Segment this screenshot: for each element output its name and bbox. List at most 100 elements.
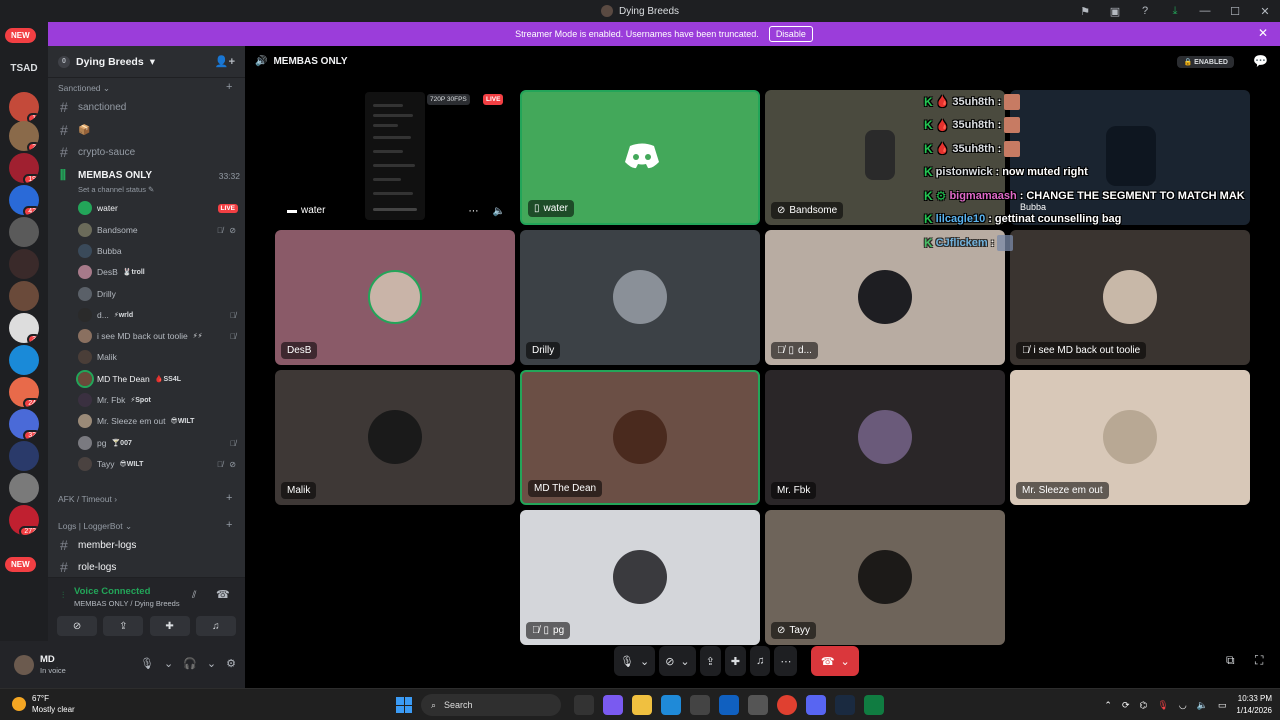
- mic-toggle[interactable]: 🎙 ⌄: [614, 646, 656, 676]
- disconnect-icon[interactable]: ☎: [216, 588, 230, 601]
- battery-icon[interactable]: ▭: [1218, 700, 1227, 711]
- noise-suppression-icon[interactable]: ⫽: [192, 590, 196, 601]
- volume-icon[interactable]: 🔈: [1197, 700, 1208, 711]
- chevron-down-icon[interactable]: ⌄: [164, 657, 173, 670]
- participant-tile-pg[interactable]: 🎙̸ ▯ pg: [520, 510, 760, 645]
- voice-member[interactable]: pg 🍸007 🎙̸: [78, 435, 238, 451]
- more-button[interactable]: ⋯: [774, 646, 798, 676]
- screen-share-button[interactable]: ⇪: [699, 646, 721, 676]
- sync-icon[interactable]: ⟳: [1122, 700, 1130, 711]
- server-icon[interactable]: 272: [9, 505, 39, 535]
- server-icon[interactable]: [9, 217, 39, 247]
- edge-icon[interactable]: [661, 695, 681, 715]
- voice-member[interactable]: DesB 🐰troll: [78, 264, 238, 280]
- participant-tile-mrfbk[interactable]: Mr. Fbk: [765, 370, 1005, 505]
- user-name[interactable]: MD: [40, 654, 55, 665]
- voice-member[interactable]: i see MD back out toolie ⚡⚡ 🎙̸: [78, 328, 238, 344]
- soundboard-button[interactable]: ♫: [750, 646, 771, 676]
- camera-icon[interactable]: ⊘: [57, 616, 98, 636]
- invite-icon[interactable]: 👤+: [215, 55, 235, 68]
- microphone-icon[interactable]: 🎙: [140, 657, 154, 670]
- maximize-button[interactable]: ☐: [1220, 5, 1250, 18]
- server-header[interactable]: 0 Dying Breeds ▾ 👤+: [48, 46, 245, 78]
- server-icon[interactable]: 19: [9, 153, 39, 183]
- close-button[interactable]: ✕: [1250, 5, 1280, 18]
- weather-widget[interactable]: 67°F Mostly clear: [12, 693, 75, 715]
- add-channel-icon[interactable]: +: [226, 492, 232, 504]
- file-explorer-icon[interactable]: [632, 695, 652, 715]
- mail-icon[interactable]: [719, 695, 739, 715]
- clock[interactable]: 10:33 PM 1/14/2026: [1236, 693, 1272, 717]
- help-icon[interactable]: ?: [1130, 5, 1160, 17]
- new-badge[interactable]: NEW: [5, 28, 36, 43]
- server-icon[interactable]: 24: [9, 377, 39, 407]
- avatar[interactable]: [14, 655, 34, 675]
- popout-icon[interactable]: ⧉: [1226, 653, 1235, 668]
- new-badge[interactable]: NEW: [5, 557, 36, 572]
- channel-crypto-sauce[interactable]: # crypto-sauce: [60, 144, 240, 160]
- copilot-icon[interactable]: [603, 695, 623, 715]
- chrome-icon[interactable]: [777, 695, 797, 715]
- participant-tile-mdthedean[interactable]: MD The Dean: [520, 370, 760, 505]
- channel-sanctioned[interactable]: # sanctioned: [60, 99, 240, 115]
- voice-location[interactable]: MEMBAS ONLY / Dying Breeds: [74, 599, 180, 608]
- leave-call-button[interactable]: ☎ ⌄: [811, 646, 860, 676]
- channel-box[interactable]: # 📦: [60, 122, 240, 138]
- task-view-icon[interactable]: [574, 695, 594, 715]
- camera-toggle[interactable]: ⊘ ⌄: [659, 646, 696, 676]
- server-icon[interactable]: 1: [9, 92, 39, 122]
- fullscreen-icon[interactable]: ⛶: [1255, 653, 1263, 668]
- download-icon[interactable]: ⤓: [1160, 5, 1190, 18]
- server-icon[interactable]: [9, 473, 39, 503]
- server-icon[interactable]: [9, 441, 39, 471]
- channel-role-logs[interactable]: # role-logs: [60, 559, 240, 575]
- start-button[interactable]: [396, 697, 412, 713]
- category-afk[interactable]: AFK / Timeout › +: [58, 492, 232, 504]
- server-icon[interactable]: 3: [9, 313, 39, 343]
- activities-icon[interactable]: ✚: [149, 616, 190, 636]
- soundboard-icon[interactable]: ♫: [195, 616, 236, 636]
- voice-member[interactable]: Tayy 😎WILT 🎙̸ ⊘: [78, 456, 238, 472]
- voice-member[interactable]: MD The Dean 🩸SS4L: [76, 370, 238, 388]
- channel-member-logs[interactable]: # member-logs: [60, 537, 240, 553]
- participant-tile-desb[interactable]: DesB: [275, 230, 515, 365]
- signal-icon[interactable]: ⫶: [62, 590, 64, 601]
- chat-icon[interactable]: 💬: [1253, 54, 1268, 68]
- participant-tile-malik[interactable]: Malik: [275, 370, 515, 505]
- stream-tile[interactable]: 720P 30FPS LIVE ▬ water ⋯ 🔈: [275, 90, 515, 225]
- voice-member[interactable]: water LIVE: [78, 200, 238, 216]
- participant-tile-sleeze[interactable]: Mr. Sleeze em out: [1010, 370, 1250, 505]
- voice-member[interactable]: d... ⚡wrld 🎙̸: [78, 307, 238, 323]
- headphones-icon[interactable]: 🎧: [183, 657, 197, 670]
- server-icon[interactable]: 42: [9, 185, 39, 215]
- activities-button[interactable]: ✚: [724, 646, 747, 676]
- folder-tsad[interactable]: TSAD: [0, 63, 48, 74]
- xbox-icon[interactable]: [864, 695, 884, 715]
- voice-member[interactable]: Bandsome 🎙̸ ⊘: [78, 222, 238, 238]
- category-logs[interactable]: Logs | LoggerBot ⌄ +: [58, 519, 232, 532]
- server-icon[interactable]: [9, 345, 39, 375]
- gear-icon[interactable]: ⚙: [226, 657, 236, 670]
- voice-channel-membas-only[interactable]: ⫴ MEMBAS ONLY 33:32: [60, 167, 240, 184]
- store-icon[interactable]: [690, 695, 710, 715]
- more-icon[interactable]: ⋯: [469, 206, 479, 217]
- chevron-up-icon[interactable]: ⌃: [1104, 700, 1112, 711]
- search-box[interactable]: ⌕ Search: [421, 694, 561, 716]
- microphone-icon[interactable]: 🎙: [1157, 700, 1168, 711]
- discord-icon[interactable]: [806, 695, 826, 715]
- participant-tile-tayy[interactable]: ⊘ Tayy: [765, 510, 1005, 645]
- flag-icon[interactable]: ⚑: [1070, 5, 1100, 18]
- disable-streamer-button[interactable]: Disable: [768, 26, 813, 42]
- add-channel-icon[interactable]: +: [226, 81, 232, 93]
- category-sanctioned[interactable]: Sanctioned ⌄ +: [58, 81, 232, 94]
- network-icon[interactable]: ⌬: [1140, 700, 1148, 711]
- server-icon[interactable]: [9, 249, 39, 279]
- enabled-badge[interactable]: 🔒 ENABLED: [1177, 56, 1234, 68]
- participant-tile-water[interactable]: ▯ water: [520, 90, 760, 225]
- voice-status[interactable]: Voice Connected: [74, 586, 150, 597]
- voice-member[interactable]: Bubba: [78, 243, 238, 259]
- steam-icon[interactable]: [835, 695, 855, 715]
- chevron-down-icon[interactable]: ⌄: [207, 657, 216, 670]
- server-icon[interactable]: [9, 281, 39, 311]
- screen-share-icon[interactable]: ⇪: [103, 616, 144, 636]
